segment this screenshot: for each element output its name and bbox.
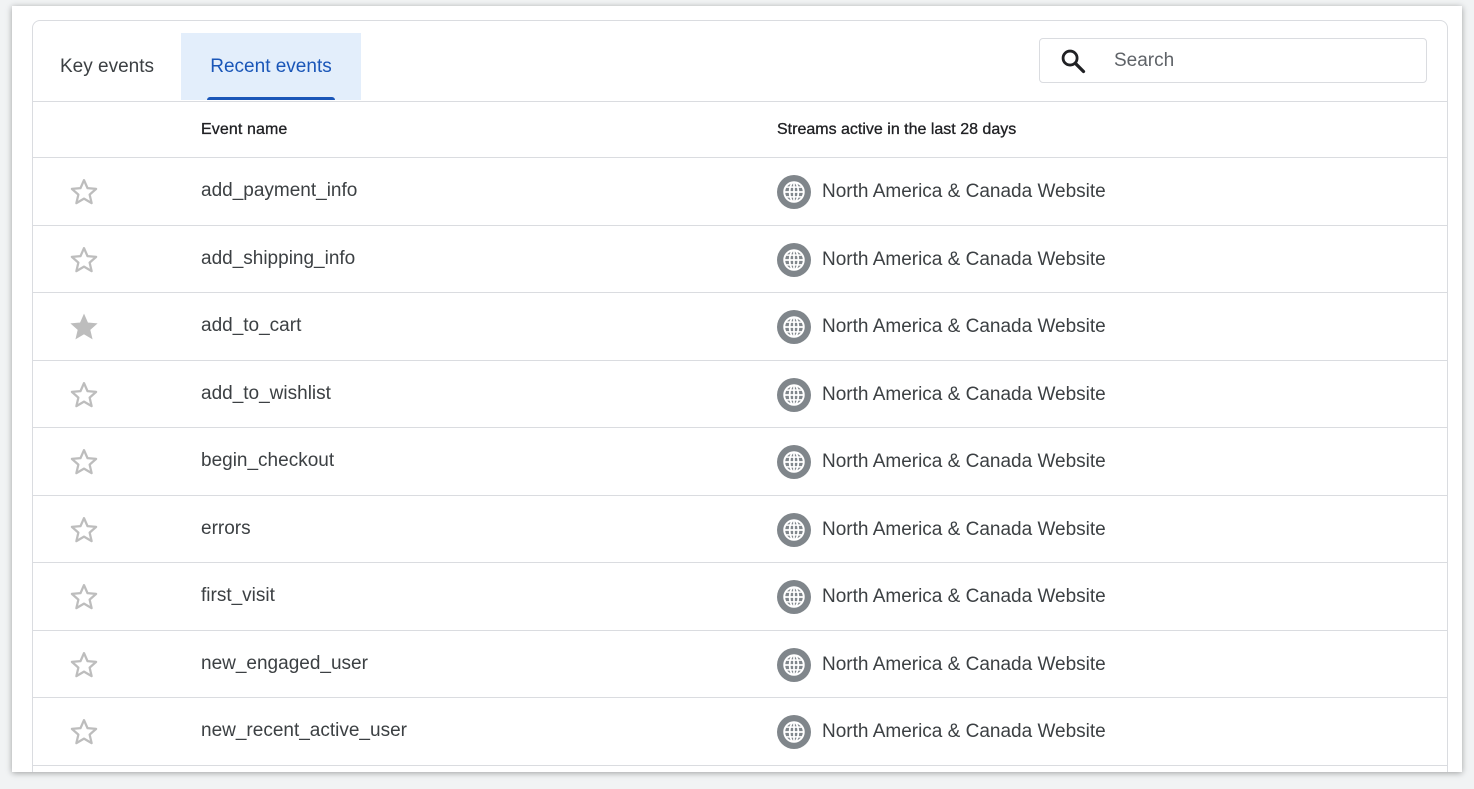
table-row[interactable]: add_payment_info North America & Canada … [33, 158, 1447, 226]
table-row[interactable]: first_visit North America & Canada Websi… [33, 563, 1447, 631]
table-row[interactable]: new_engaged_user North America & Canada … [33, 631, 1447, 698]
event-name[interactable]: add_shipping_info [201, 248, 355, 270]
stream-name: North America & Canada Website [822, 181, 1106, 202]
stream-name: North America & Canada Website [822, 518, 1106, 540]
star-icon[interactable] [69, 650, 99, 680]
tab-recent-events[interactable]: Recent events [181, 33, 361, 100]
stream-cell: North America & Canada Website [777, 512, 1106, 547]
globe-icon [777, 647, 811, 682]
star-icon[interactable] [69, 582, 99, 612]
globe-icon [777, 175, 811, 209]
events-card: Key events Recent events Event name Stre… [32, 20, 1448, 772]
star-icon[interactable] [69, 380, 99, 410]
tab-key-events-label: Key events [60, 55, 154, 77]
tab-key-events[interactable]: Key events [33, 33, 181, 100]
star-icon[interactable] [69, 515, 99, 545]
column-header-streams[interactable]: Streams active in the last 28 days [777, 121, 1017, 139]
table-row[interactable]: add_shipping_info North America & Canada… [33, 226, 1447, 293]
column-header-event-name[interactable]: Event name [201, 121, 288, 139]
event-name[interactable]: first_visit [201, 585, 275, 607]
event-name[interactable]: add_to_wishlist [201, 383, 331, 405]
stream-name: North America & Canada Website [822, 451, 1106, 472]
tab-recent-events-label: Recent events [210, 55, 332, 77]
table-body: add_payment_info North America & Canada … [33, 158, 1447, 766]
stream-cell: North America & Canada Website [777, 647, 1106, 682]
stream-name: North America & Canada Website [822, 383, 1106, 405]
stream-name: North America & Canada Website [822, 316, 1106, 337]
tab-bar: Key events Recent events [33, 21, 1447, 102]
stream-cell: North America & Canada Website [777, 580, 1106, 614]
search-icon[interactable] [1058, 46, 1088, 76]
globe-icon [777, 715, 811, 749]
event-name[interactable]: new_recent_active_user [201, 720, 407, 742]
globe-icon [777, 445, 811, 479]
event-name[interactable]: begin_checkout [201, 450, 334, 472]
stream-cell: North America & Canada Website [777, 242, 1106, 277]
globe-icon [777, 242, 811, 277]
stream-cell: North America & Canada Website [777, 377, 1106, 412]
window-frame: Key events Recent events Event name Stre… [12, 6, 1462, 772]
table-row[interactable]: add_to_wishlist North America & Canada W… [33, 361, 1447, 428]
event-name[interactable]: new_engaged_user [201, 653, 368, 675]
star-filled-icon[interactable] [69, 312, 99, 342]
stream-cell: North America & Canada Website [777, 310, 1106, 344]
globe-icon [777, 310, 811, 344]
star-icon[interactable] [69, 177, 99, 207]
star-icon[interactable] [69, 717, 99, 747]
stream-cell: North America & Canada Website [777, 175, 1106, 209]
event-name[interactable]: add_payment_info [201, 180, 357, 202]
search-input[interactable] [1112, 48, 1406, 73]
table-row[interactable]: add_to_cart North America & Canada Websi… [33, 293, 1447, 361]
star-icon[interactable] [69, 245, 99, 275]
table-row[interactable]: errors North America & Canada Website [33, 496, 1447, 563]
active-tab-indicator [207, 97, 335, 100]
table-row[interactable]: begin_checkout North America & Canada We… [33, 428, 1447, 496]
table-header: Event name Streams active in the last 28… [33, 102, 1447, 158]
stream-cell: North America & Canada Website [777, 715, 1106, 749]
globe-icon [777, 580, 811, 614]
stream-name: North America & Canada Website [822, 586, 1106, 607]
globe-icon [777, 377, 811, 412]
event-name[interactable]: add_to_cart [201, 315, 301, 337]
stream-cell: North America & Canada Website [777, 445, 1106, 479]
stream-name: North America & Canada Website [822, 248, 1106, 270]
table-row[interactable]: new_recent_active_user North America & C… [33, 698, 1447, 766]
stream-name: North America & Canada Website [822, 721, 1106, 742]
star-icon[interactable] [69, 447, 99, 477]
search-box[interactable] [1039, 38, 1427, 83]
stream-name: North America & Canada Website [822, 653, 1106, 675]
globe-icon [777, 512, 811, 547]
event-name[interactable]: errors [201, 518, 251, 540]
